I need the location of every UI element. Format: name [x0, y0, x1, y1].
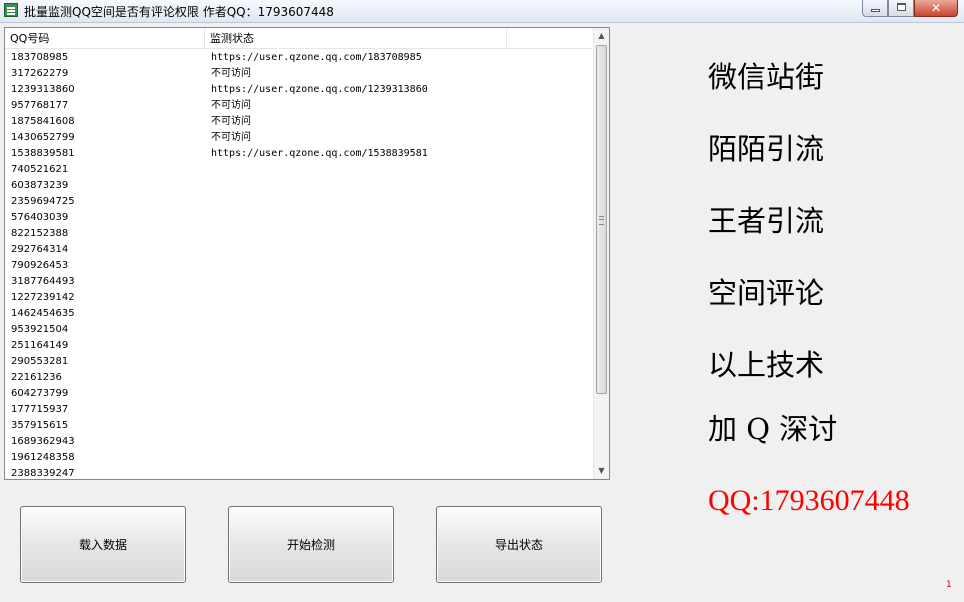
- table-row[interactable]: 2359694725: [5, 194, 594, 210]
- status-cell: 不可访问: [211, 100, 251, 111]
- qq-number-cell: 1689362943: [11, 436, 75, 447]
- table-row[interactable]: 177715937: [5, 402, 594, 418]
- qq-number-cell: 603873239: [11, 180, 69, 191]
- qq-number-cell: 1538839581: [11, 148, 75, 159]
- table-row[interactable]: 953921504: [5, 322, 594, 338]
- promo-line: 王者引流: [708, 204, 825, 238]
- table-row[interactable]: 290553281: [5, 354, 594, 370]
- scrollbar-thumb[interactable]: [596, 45, 607, 394]
- table-row[interactable]: 1430652799 不可访问: [5, 130, 594, 146]
- table-row[interactable]: 2388339247: [5, 466, 594, 479]
- qq-number-cell: 1430652799: [11, 132, 75, 143]
- qq-number-cell: 953921504: [11, 324, 69, 335]
- qq-number-cell: 790926453: [11, 260, 69, 271]
- table-row[interactable]: 1239313860 https://user.qzone.qq.com/1239…: [5, 82, 594, 98]
- table-row[interactable]: 1961248358: [5, 450, 594, 466]
- table-row[interactable]: 292764314: [5, 242, 594, 258]
- promo-line: 陌陌引流: [708, 132, 825, 166]
- status-cell: https://user.qzone.qq.com/183708985: [211, 52, 422, 63]
- table-row[interactable]: 3187764493: [5, 274, 594, 290]
- title-bar[interactable]: 批量监测QQ空间是否有评论权限 作者QQ：1793607448 ✕: [0, 0, 964, 23]
- qq-number-cell: 1239313860: [11, 84, 75, 95]
- column-header-status[interactable]: 监测状态: [205, 28, 507, 48]
- table-row[interactable]: 576403039: [5, 210, 594, 226]
- table-row[interactable]: 1538839581 https://user.qzone.qq.com/1538…: [5, 146, 594, 162]
- scroll-up-arrow-icon[interactable]: ▲: [594, 28, 609, 44]
- qq-list-view[interactable]: QQ号码 监测状态 183708985 https://user.qzone.qq…: [4, 27, 610, 480]
- promo-line: 加 Q 深讨: [708, 412, 838, 446]
- qq-number-cell: 292764314: [11, 244, 69, 255]
- qq-number-cell: 822152388: [11, 228, 69, 239]
- status-cell: https://user.qzone.qq.com/1239313860: [211, 84, 428, 95]
- qq-number-cell: 2359694725: [11, 196, 75, 207]
- promo-line: 空间评论: [708, 276, 825, 310]
- status-cell: 不可访问: [211, 68, 251, 79]
- qq-number-cell: 177715937: [11, 404, 69, 415]
- qq-number-cell: 2388339247: [11, 468, 75, 479]
- list-header: QQ号码 监测状态: [5, 28, 594, 49]
- qq-number-cell: 317262279: [11, 68, 69, 79]
- qq-number-cell: 183708985: [11, 52, 69, 63]
- status-cell: 不可访问: [211, 132, 251, 143]
- qq-number-cell: 576403039: [11, 212, 69, 223]
- table-row[interactable]: 790926453: [5, 258, 594, 274]
- maximize-button[interactable]: [888, 0, 914, 17]
- qq-number-cell: 1961248358: [11, 452, 75, 463]
- list-rows: 183708985 https://user.qzone.qq.com/18370…: [5, 50, 594, 479]
- status-cell: 不可访问: [211, 116, 251, 127]
- table-row[interactable]: 251164149: [5, 338, 594, 354]
- scroll-down-arrow-icon[interactable]: ▼: [594, 463, 609, 479]
- qq-number-cell: 604273799: [11, 388, 69, 399]
- qq-number-cell: 251164149: [11, 340, 69, 351]
- corner-mark: 1: [946, 580, 952, 590]
- qq-number-cell: 957768177: [11, 100, 69, 111]
- app-icon: [4, 3, 18, 17]
- table-row[interactable]: 1462454635: [5, 306, 594, 322]
- qq-number-cell: 1462454635: [11, 308, 75, 319]
- window-title: 批量监测QQ空间是否有评论权限 作者QQ：1793607448: [24, 5, 334, 19]
- table-row[interactable]: 604273799: [5, 386, 594, 402]
- close-button[interactable]: ✕: [914, 0, 958, 17]
- table-row[interactable]: 357915615: [5, 418, 594, 434]
- window-controls: ✕: [862, 0, 958, 17]
- qq-number-cell: 22161236: [11, 372, 62, 383]
- promo-qq: QQ:1793607448: [708, 484, 910, 517]
- grip-icon: [599, 216, 604, 225]
- table-row[interactable]: 957768177 不可访问: [5, 98, 594, 114]
- vertical-scrollbar[interactable]: ▲ ▼: [593, 28, 609, 479]
- qq-number-cell: 3187764493: [11, 276, 75, 287]
- table-row[interactable]: 317262279 不可访问: [5, 66, 594, 82]
- close-icon: ✕: [930, 1, 942, 15]
- table-row[interactable]: 740521621: [5, 162, 594, 178]
- table-row[interactable]: 1875841608 不可访问: [5, 114, 594, 130]
- export-status-button[interactable]: 导出状态: [436, 506, 602, 583]
- table-row[interactable]: 1689362943: [5, 434, 594, 450]
- qq-number-cell: 1227239142: [11, 292, 75, 303]
- load-data-button[interactable]: 载入数据: [20, 506, 186, 583]
- qq-number-cell: 1875841608: [11, 116, 75, 127]
- start-check-button[interactable]: 开始检测: [228, 506, 394, 583]
- qq-number-cell: 740521621: [11, 164, 69, 175]
- table-row[interactable]: 183708985 https://user.qzone.qq.com/18370…: [5, 50, 594, 66]
- promo-line: 微信站街: [708, 60, 825, 94]
- column-header-qq[interactable]: QQ号码: [5, 28, 205, 48]
- table-row[interactable]: 22161236: [5, 370, 594, 386]
- table-row[interactable]: 1227239142: [5, 290, 594, 306]
- qq-number-cell: 290553281: [11, 356, 69, 367]
- table-row[interactable]: 603873239: [5, 178, 594, 194]
- promo-line: 以上技术: [708, 348, 825, 382]
- table-row[interactable]: 822152388: [5, 226, 594, 242]
- qq-number-cell: 357915615: [11, 420, 69, 431]
- minimize-button[interactable]: [862, 0, 888, 17]
- status-cell: https://user.qzone.qq.com/1538839581: [211, 148, 428, 159]
